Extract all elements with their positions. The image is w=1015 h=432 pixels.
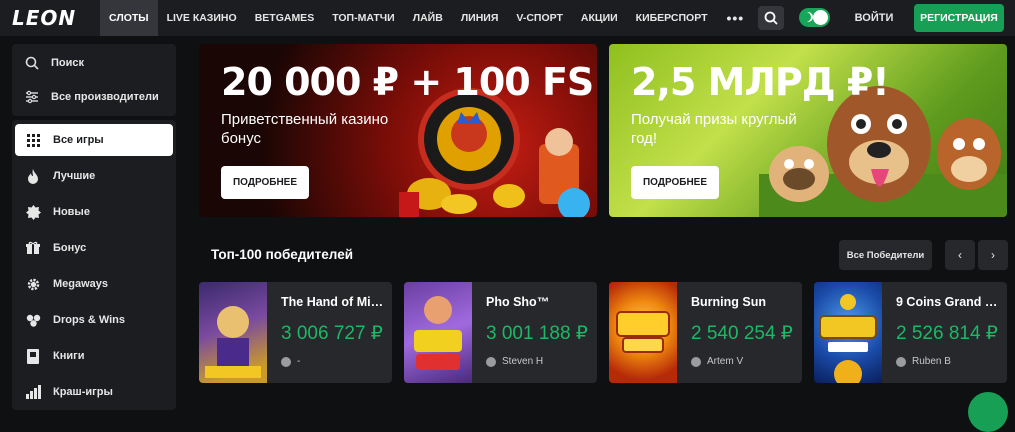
book-icon [25,348,41,364]
winner-game-name: 9 Coins Grand Diamond [896,295,1002,309]
prizes-banner[interactable]: 2,5 МЛРД ₽! Получай призы круглый год! П… [609,44,1007,217]
nav-line[interactable]: ЛИНИЯ [452,0,508,36]
sidebar-item-label: Книги [53,350,85,362]
moon-icon [803,12,813,22]
search-icon [24,55,40,71]
nav-esports[interactable]: КИБЕРСПОРТ [627,0,717,36]
user-icon [691,356,701,367]
sidebar: Поиск Все производители Все игры Лучшие … [0,36,187,410]
winner-card[interactable]: Burning Sun 2 540 254 ₽ Artem V [609,282,802,383]
theme-toggle[interactable] [799,8,830,27]
search-button[interactable] [758,6,784,30]
search-icon [764,11,778,25]
sidebar-item-label: Все игры [53,134,104,146]
winner-user: Ruben B [896,356,951,367]
pho-sho-game-icon [404,282,472,383]
winner-username: Ruben B [912,356,951,367]
sidebar-item-label: Лучшие [53,170,96,182]
casino-bonus-banner[interactable]: 20 000 ₽ + 100 FS Приветственный казино … [199,44,597,217]
sliders-icon [24,89,40,105]
register-button[interactable]: РЕГИСТРАЦИЯ [914,4,1004,32]
midas-game-icon [199,282,267,383]
sidebar-categories: Все игры Лучшие Новые Бонус Megaways Dro… [12,120,176,410]
winner-username: Artem V [707,356,744,367]
winner-game-name: Burning Sun [691,295,766,309]
banner-more-button[interactable]: ПОДРОБНЕЕ [221,166,309,199]
more-menu-icon[interactable]: ••• [717,0,755,36]
sidebar-item-all-games[interactable]: Все игры [15,124,173,156]
nav-live-casino[interactable]: LIVE КАЗИНО [158,0,246,36]
sidebar-item-megaways[interactable]: Megaways [15,268,173,300]
winner-amount: 2 526 814 ₽ [896,323,998,344]
winner-card[interactable]: The Hand of Midas 3 006 727 ₽ - [199,282,392,383]
winners-section-title: Топ-100 победителей [211,247,354,262]
sidebar-providers-label: Все производители [51,91,159,103]
nav-v-sport[interactable]: V-СПОРТ [507,0,572,36]
fire-icon [25,168,41,184]
login-button[interactable]: ВОЙТИ [845,4,903,32]
nav-slots[interactable]: СЛОТЫ [100,0,158,36]
winner-username: - [297,356,301,367]
nav-live[interactable]: ЛАЙВ [404,0,452,36]
winner-amount: 3 001 188 ₽ [486,323,588,344]
grid-icon [25,132,41,148]
sidebar-item-drops-wins[interactable]: Drops & Wins [15,304,173,336]
sidebar-item-best[interactable]: Лучшие [15,160,173,192]
winner-game-name: The Hand of Midas [281,295,387,309]
winner-username: Steven H [502,356,544,367]
banner-subtitle: Приветственный казино бонус [221,111,389,147]
chat-support-button[interactable] [968,392,1008,432]
winner-card[interactable]: 9 Coins Grand Diamond 2 526 814 ₽ Ruben … [814,282,1007,383]
banner-title: 20 000 ₽ + 100 FS [221,60,594,104]
winner-user: Artem V [691,356,743,367]
user-icon [486,356,496,367]
top-bar: LEON СЛОТЫ LIVE КАЗИНО BETGAMES ТОП-МАТЧ… [0,0,1015,36]
sidebar-item-crash-games[interactable]: Краш-игры [15,376,173,408]
winner-game-name: Pho Sho™ [486,295,550,309]
main-nav: СЛОТЫ LIVE КАЗИНО BETGAMES ТОП-МАТЧИ ЛАЙ… [100,0,754,36]
sidebar-item-books[interactable]: Книги [15,340,173,372]
banner-subtitle: Получай призы круглый год! [631,111,797,147]
new-badge-icon [25,204,41,220]
sidebar-item-label: Megaways [53,278,109,290]
leon-logo[interactable]: LEON [0,0,100,36]
nav-betgames[interactable]: BETGAMES [246,0,324,36]
next-arrow-button[interactable]: › [978,240,1008,270]
drops-icon [25,312,41,328]
sidebar-item-label: Бонус [53,242,87,254]
user-icon [281,356,291,367]
gear-icon [25,276,41,292]
sidebar-item-new[interactable]: Новые [15,196,173,228]
sidebar-tools: Поиск Все производители [12,44,176,116]
winner-amount: 3 006 727 ₽ [281,323,383,344]
toggle-knob [813,10,828,25]
gift-icon [25,240,41,256]
winner-user: - [281,356,300,367]
sidebar-search-label: Поиск [51,57,85,69]
chart-icon [25,384,41,400]
banner-title: 2,5 МЛРД ₽! [631,60,890,104]
sidebar-item-label: Краш-игры [53,386,113,398]
user-icon [896,356,906,367]
sidebar-item-label: Новые [53,206,90,218]
winner-amount: 2 540 254 ₽ [691,323,793,344]
sidebar-item-bonus[interactable]: Бонус [15,232,173,264]
nav-promotions[interactable]: АКЦИИ [572,0,627,36]
burning-sun-game-icon [609,282,677,383]
prev-arrow-button[interactable]: ‹ [945,240,975,270]
winner-user: Steven H [486,356,543,367]
sidebar-providers[interactable]: Все производители [12,80,176,114]
banner-more-button[interactable]: ПОДРОБНЕЕ [631,166,719,199]
all-winners-button[interactable]: Все Победители [839,240,932,270]
coins-game-icon [814,282,882,383]
nav-top-matches[interactable]: ТОП-МАТЧИ [323,0,404,36]
sidebar-search[interactable]: Поиск [12,46,176,80]
winner-card[interactable]: Pho Sho™ 3 001 188 ₽ Steven H [404,282,597,383]
sidebar-item-label: Drops & Wins [53,314,126,326]
